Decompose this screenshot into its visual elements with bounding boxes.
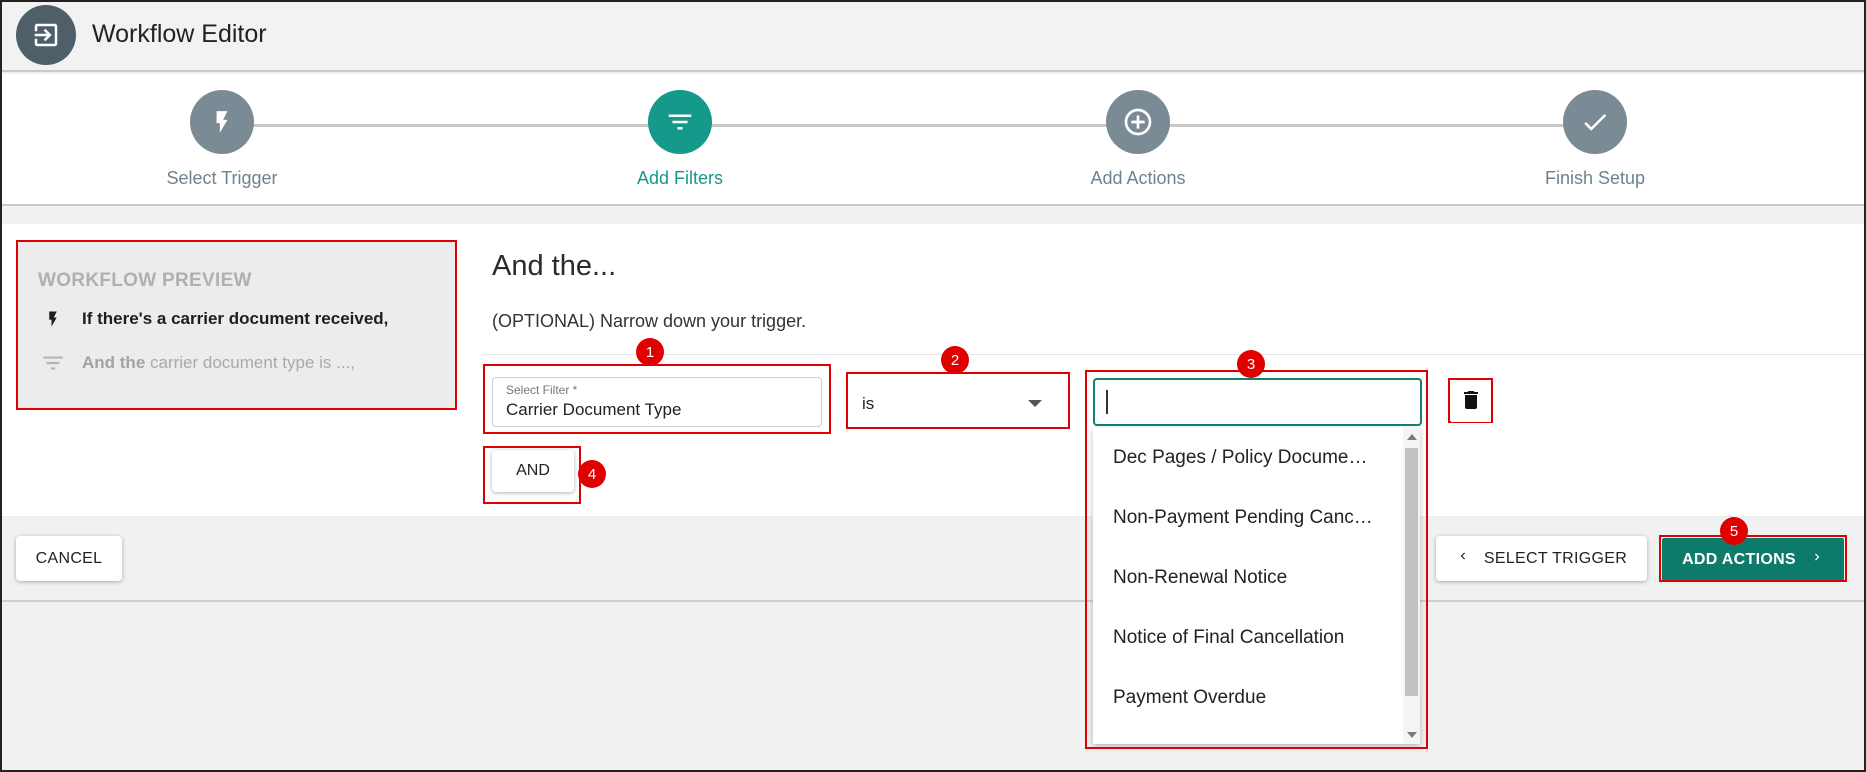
step-label: Finish Setup — [1544, 168, 1646, 188]
annotation-badge-5: 5 — [1720, 517, 1748, 545]
step-label: Add Actions — [1090, 168, 1186, 188]
page-background — [2, 600, 1864, 770]
step-add-actions[interactable]: Add Actions — [1018, 90, 1258, 189]
check-icon — [1563, 90, 1627, 154]
app-header: Workflow Editor — [2, 2, 1864, 72]
page-heading: And the... — [492, 250, 617, 282]
chevron-down-icon — [1028, 400, 1042, 407]
and-button[interactable]: AND — [492, 450, 574, 492]
trash-icon — [1459, 387, 1483, 418]
highlight-box-3 — [1085, 370, 1428, 749]
annotation-badge-1: 1 — [636, 338, 664, 366]
select-filter-value: Carrier Document Type — [506, 400, 682, 419]
delete-filter-button[interactable] — [1451, 382, 1491, 422]
operator-select[interactable]: is — [848, 377, 1066, 427]
cancel-button[interactable]: CANCEL — [16, 536, 122, 581]
plus-circle-icon — [1106, 90, 1170, 154]
filter-icon — [38, 350, 68, 376]
annotation-badge-2: 2 — [941, 346, 969, 374]
app-title: Workflow Editor — [92, 20, 267, 48]
step-label: Add Filters — [636, 168, 724, 188]
preview-filter-text: carrier document type is ..., — [145, 353, 356, 372]
filter-content: WORKFLOW PREVIEW If there's a carrier do… — [2, 224, 1864, 749]
select-trigger-button[interactable]: SELECT TRIGGER — [1436, 536, 1647, 581]
annotation-badge-3: 3 — [1237, 350, 1265, 378]
workflow-preview: WORKFLOW PREVIEW If there's a carrier do… — [16, 240, 457, 410]
step-add-filters[interactable]: Add Filters — [560, 90, 800, 189]
highlight-box-5 — [1659, 535, 1847, 582]
select-filter-field[interactable]: Select Filter * Carrier Document Type — [492, 377, 822, 427]
preview-filter: And the carrier document type is ..., — [38, 350, 355, 376]
step-label: Select Trigger — [166, 168, 278, 188]
preview-filter-prefix: And the — [82, 353, 146, 372]
preview-trigger-text: If there's a carrier document received, — [82, 309, 389, 328]
filter-icon — [648, 90, 712, 154]
select-filter-label: Select Filter * — [506, 383, 578, 397]
bolt-icon — [38, 306, 68, 332]
step-finish-setup[interactable]: Finish Setup — [1475, 90, 1715, 189]
preview-title: WORKFLOW PREVIEW — [38, 270, 252, 291]
annotation-badge-4: 4 — [578, 460, 606, 488]
operator-value: is — [862, 394, 875, 413]
chevron-left-icon — [1456, 548, 1470, 569]
step-connector — [222, 124, 1582, 127]
preview-trigger: If there's a carrier document received, — [38, 306, 388, 332]
workflow-stepper: Select Trigger Add Filters Add Actions F… — [2, 74, 1864, 206]
page-subtext: (OPTIONAL) Narrow down your trigger. — [492, 311, 807, 331]
step-select-trigger[interactable]: Select Trigger — [102, 90, 342, 189]
footer-divider — [2, 516, 1864, 517]
bolt-icon — [190, 90, 254, 154]
select-trigger-label: SELECT TRIGGER — [1483, 549, 1628, 567]
exit-to-app-icon[interactable] — [16, 5, 76, 65]
divider — [482, 354, 1864, 355]
